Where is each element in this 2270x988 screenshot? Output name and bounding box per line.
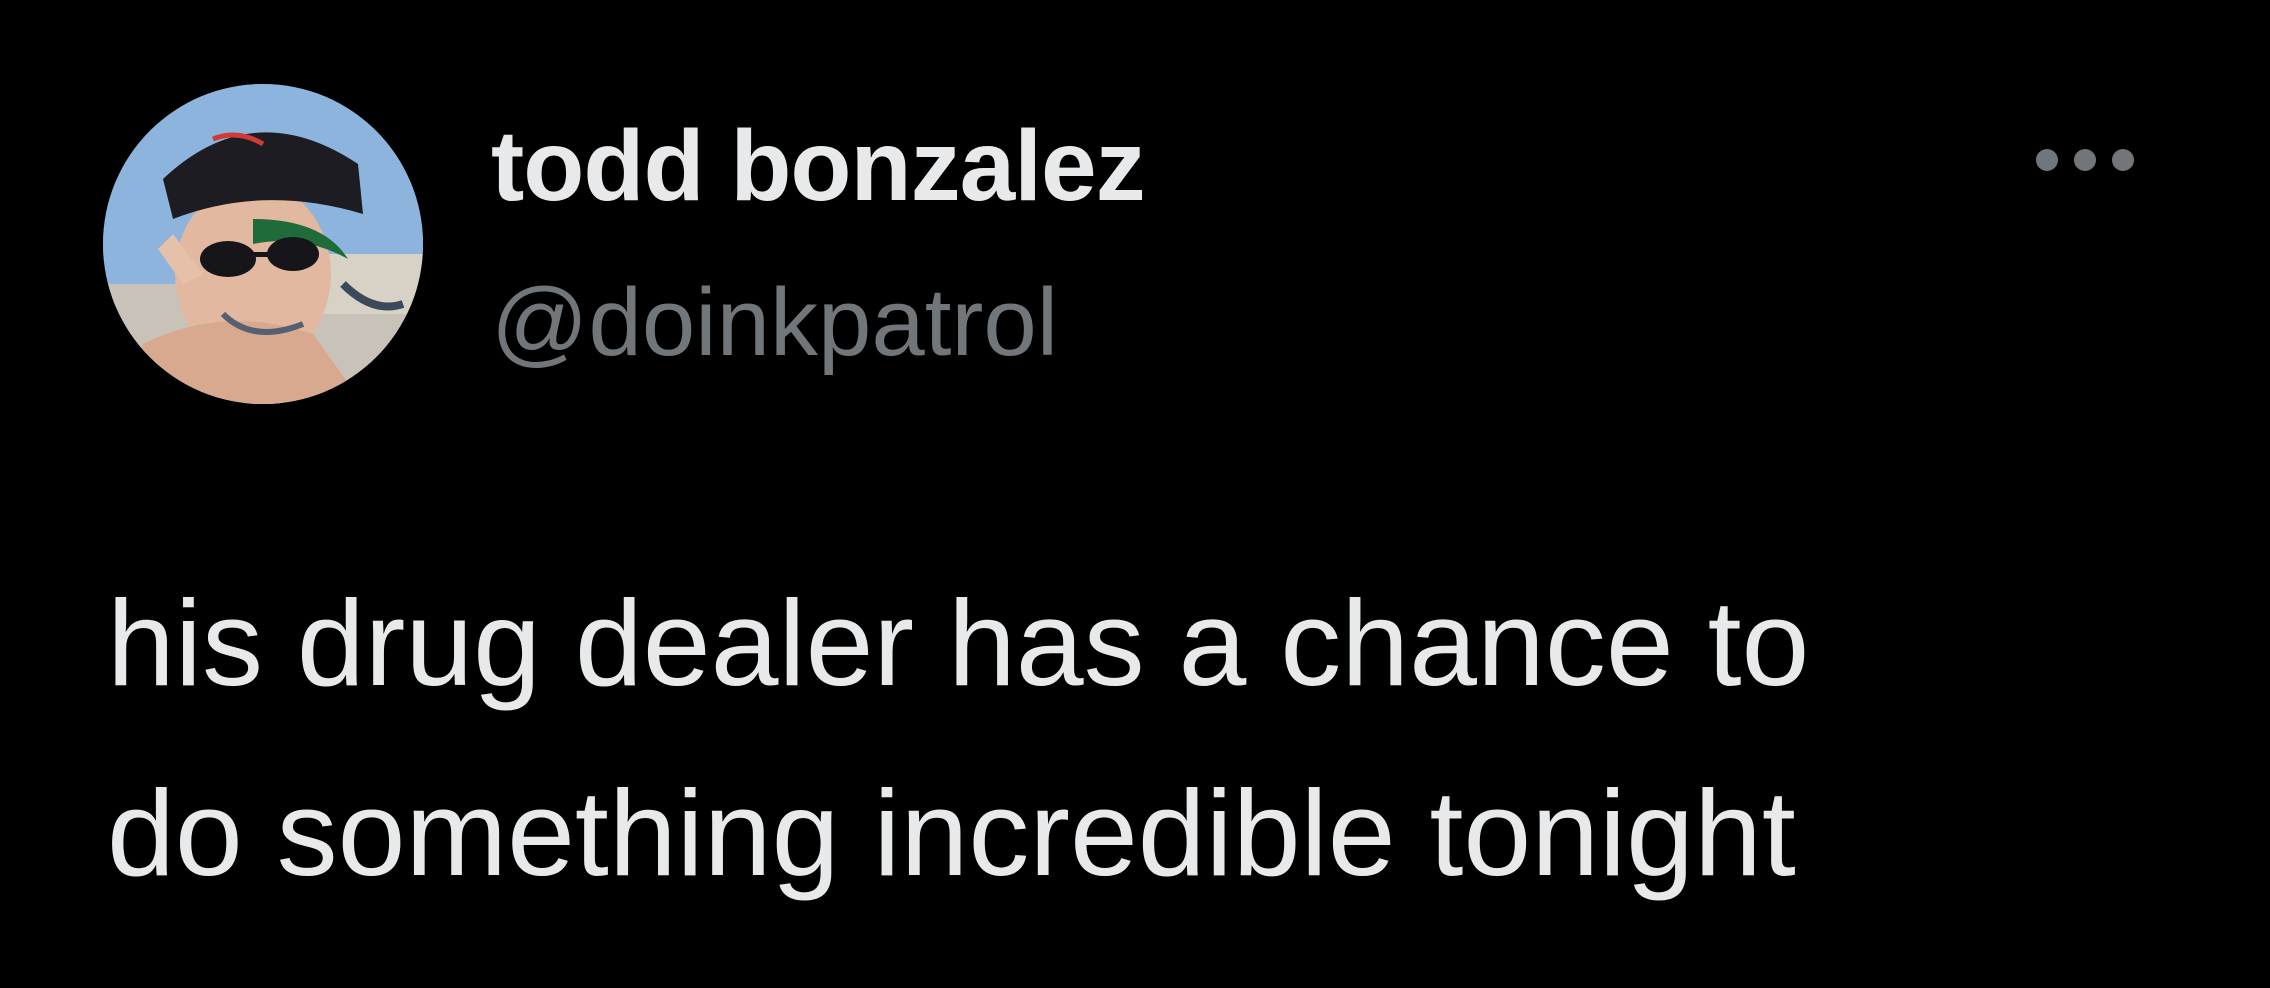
user-handle[interactable]: @doinkpatrol	[491, 265, 1058, 381]
profile-photo-icon	[103, 84, 423, 404]
tweet-text-line: his drug dealer has a chance to	[107, 575, 1810, 711]
more-options-button[interactable]	[2020, 130, 2150, 190]
display-name[interactable]: todd bonzalez	[491, 106, 1146, 226]
tweet-text: his drug dealer has a chance to do somet…	[107, 548, 2207, 928]
avatar[interactable]	[103, 84, 423, 404]
more-horizontal-icon	[2036, 149, 2058, 171]
more-horizontal-icon	[2112, 149, 2134, 171]
more-horizontal-icon	[2074, 149, 2096, 171]
tweet-text-line: do something incredible tonight	[107, 765, 1796, 901]
tweet-card: todd bonzalez @doinkpatrol his drug deal…	[0, 0, 2270, 988]
